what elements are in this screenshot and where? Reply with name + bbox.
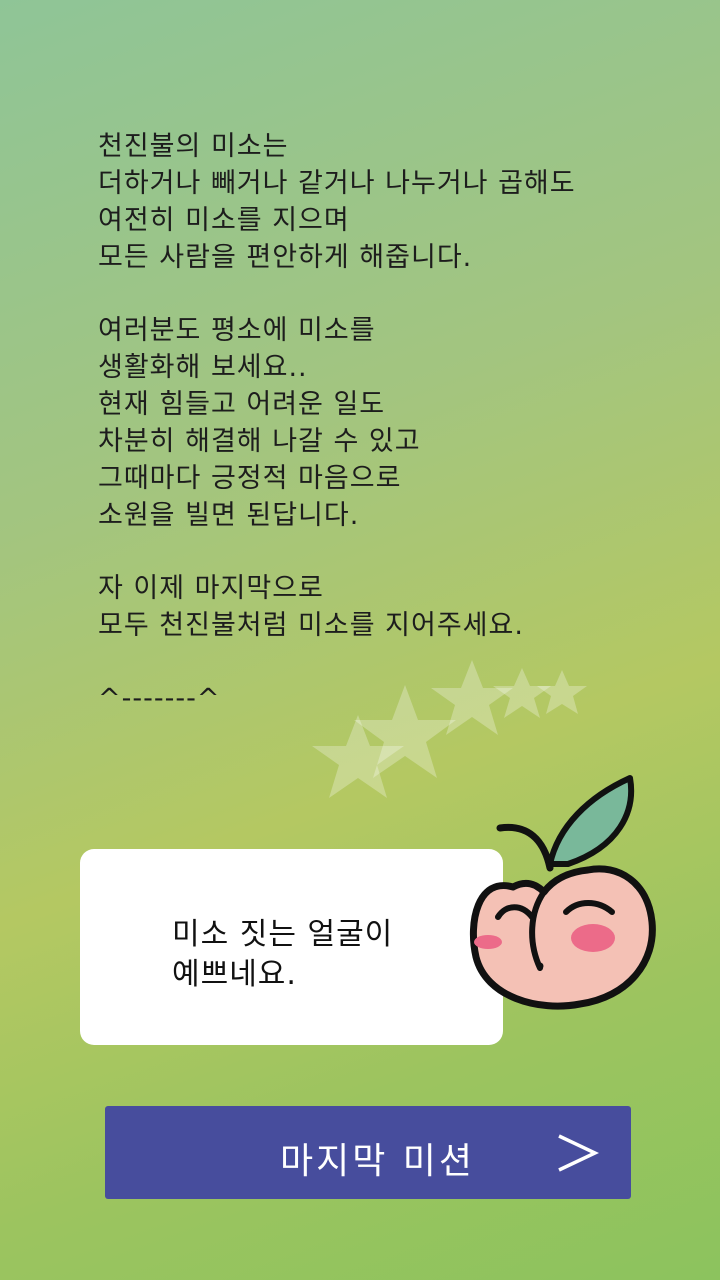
message-line: 더하거나 빼거나 같거나 나누거나 곱해도 — [98, 168, 576, 199]
message-line: 소원을 빌면 된답니다. — [98, 500, 360, 531]
message-paragraph-1: 천진불의 미소는 더하거나 빼거나 같거나 나누거나 곱해도 여전히 미소를 지… — [98, 128, 658, 276]
message-line: 그때마다 긍정적 마음으로 — [98, 463, 402, 494]
speech-bubble: 미소 짓는 얼굴이 예쁘네요. — [80, 849, 503, 1045]
message-line: 천진불의 미소는 — [98, 131, 289, 162]
message-line: 현재 힘들고 어려운 일도 — [98, 389, 386, 420]
peach-character-icon — [469, 775, 656, 1010]
message-line: 생활화해 보세요.. — [98, 352, 308, 383]
final-mission-button[interactable]: 마지막 미션 — [105, 1106, 631, 1199]
speech-text: 미소 짓는 얼굴이 예쁘네요. — [172, 915, 492, 995]
message-line: 차분히 해결해 나갈 수 있고 — [98, 426, 421, 457]
message-paragraph-2: 여러분도 평소에 미소를 생활화해 보세요.. 현재 힘들고 어려운 일도 차분… — [98, 312, 658, 534]
message-paragraph-3: 자 이제 마지막으로 모두 천진불처럼 미소를 지어주세요. — [98, 570, 658, 644]
final-mission-label: 마지막 미션 — [280, 1141, 476, 1182]
speech-line: 예쁘네요. — [172, 957, 297, 992]
message-line: 모든 사람을 편안하게 해줍니다. — [98, 242, 473, 273]
message-line: 모두 천진불처럼 미소를 지어주세요. — [98, 610, 524, 641]
message-line: 자 이제 마지막으로 — [98, 573, 324, 604]
message-line: 여러분도 평소에 미소를 — [98, 315, 376, 346]
chevron-right-icon — [558, 1134, 599, 1172]
speech-line: 미소 짓는 얼굴이 — [172, 917, 394, 952]
message-line: 여전히 미소를 지으며 — [98, 205, 350, 236]
